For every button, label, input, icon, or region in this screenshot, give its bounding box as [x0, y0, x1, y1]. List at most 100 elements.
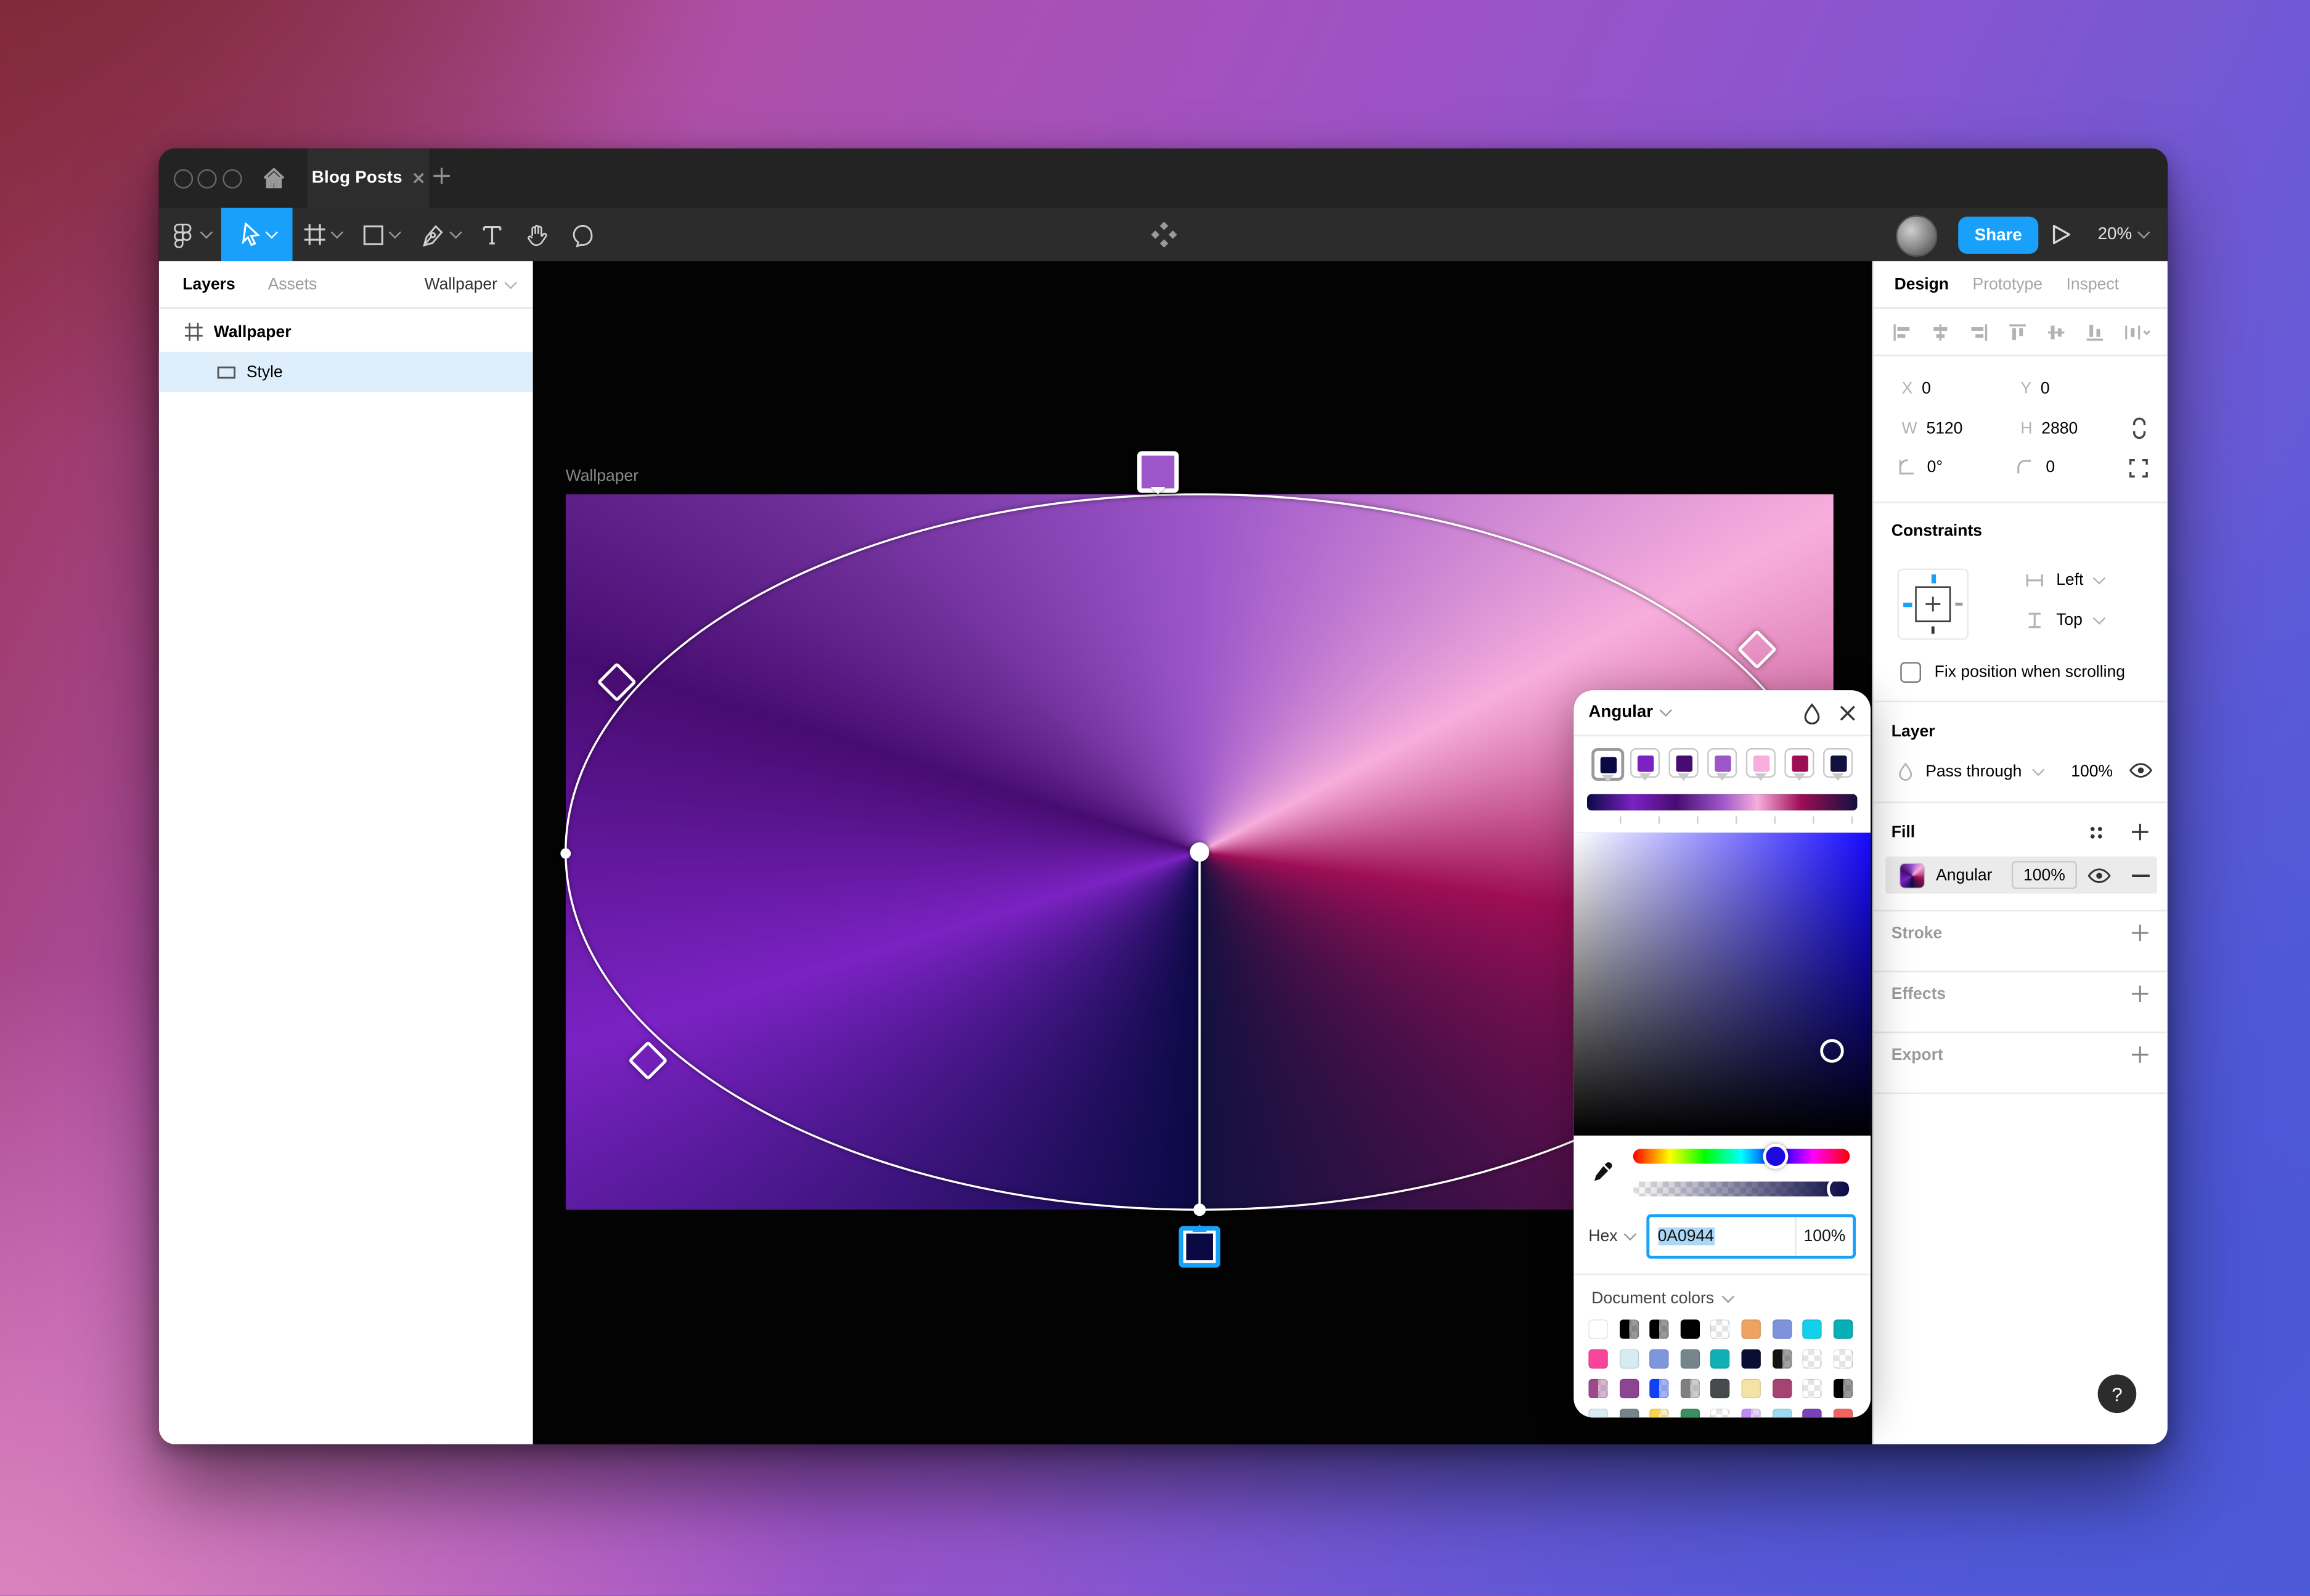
document-color-swatch[interactable]	[1680, 1319, 1699, 1338]
document-color-swatch[interactable]	[1619, 1350, 1638, 1369]
corner-radius-field[interactable]: 0	[2016, 458, 2055, 476]
pen-tool-button[interactable]	[410, 208, 471, 261]
document-color-swatch[interactable]	[1833, 1350, 1852, 1369]
remove-fill-icon[interactable]	[2132, 874, 2150, 877]
tab-design[interactable]: Design	[1895, 275, 1949, 293]
document-color-swatch[interactable]	[1650, 1409, 1669, 1417]
alpha-slider-knob[interactable]	[1827, 1181, 1850, 1196]
document-color-swatch[interactable]	[1711, 1350, 1730, 1369]
hue-slider[interactable]	[1633, 1149, 1850, 1163]
add-effect-icon[interactable]	[2131, 984, 2150, 1003]
gradient-stop-swatch[interactable]	[1591, 748, 1624, 781]
document-color-swatch[interactable]	[1680, 1350, 1699, 1369]
home-icon[interactable]	[263, 168, 285, 189]
align-left-button[interactable]	[1892, 322, 1912, 343]
document-color-swatch[interactable]	[1619, 1409, 1638, 1417]
document-color-swatch[interactable]	[1803, 1379, 1822, 1398]
document-color-swatch[interactable]	[1619, 1379, 1638, 1398]
add-stroke-icon[interactable]	[2131, 923, 2150, 942]
document-colors-header[interactable]: Document colors	[1591, 1290, 1853, 1308]
fill-type-label[interactable]: Angular	[1936, 866, 1992, 884]
height-field[interactable]: H 2880	[2020, 420, 2078, 438]
avatar[interactable]	[1896, 215, 1937, 256]
share-button[interactable]: Share	[1958, 217, 2038, 254]
gradient-start-point[interactable]	[1193, 1203, 1206, 1216]
gradient-stop-handle-top[interactable]	[1137, 451, 1178, 492]
main-menu-button[interactable]	[159, 208, 221, 261]
layer-opacity-field[interactable]: 100%	[2071, 763, 2113, 781]
eye-icon[interactable]	[2129, 762, 2153, 780]
document-color-swatch[interactable]	[1711, 1379, 1730, 1398]
color-cursor[interactable]	[1820, 1039, 1844, 1063]
document-color-swatch[interactable]	[1803, 1350, 1822, 1369]
document-color-swatch[interactable]	[1803, 1319, 1822, 1338]
constrain-proportions-icon[interactable]	[2129, 415, 2150, 441]
constraint-left-tick[interactable]	[1903, 602, 1912, 606]
color-format-selector[interactable]: Hex	[1588, 1228, 1634, 1245]
document-color-swatch[interactable]	[1650, 1319, 1669, 1338]
tab-assets[interactable]: Assets	[268, 275, 317, 293]
close-tab-icon[interactable]	[413, 172, 425, 184]
document-color-swatch[interactable]	[1741, 1350, 1760, 1369]
gradient-stop-swatch[interactable]	[1823, 748, 1853, 778]
tab-layers[interactable]: Layers	[182, 275, 235, 293]
gradient-stop-handle-selected[interactable]	[1179, 1226, 1220, 1268]
constraint-bottom-tick[interactable]	[1932, 627, 1935, 634]
width-field[interactable]: W 5120	[1902, 420, 1963, 438]
gradient-stop-swatch[interactable]	[1668, 748, 1698, 778]
close-window-button[interactable]	[174, 169, 193, 189]
gradient-stop-swatch[interactable]	[1707, 748, 1737, 778]
align-top-button[interactable]	[2007, 322, 2028, 343]
zoom-level-selector[interactable]: 20%	[2098, 208, 2149, 261]
frame-tool-button[interactable]	[293, 208, 352, 261]
fix-position-row[interactable]: Fix position when scrolling	[1900, 662, 2125, 683]
distribute-button[interactable]	[2123, 322, 2152, 343]
document-color-swatch[interactable]	[1680, 1409, 1699, 1417]
move-tool-button[interactable]	[221, 208, 293, 261]
styles-icon[interactable]	[2088, 824, 2105, 842]
add-fill-icon[interactable]	[2131, 822, 2150, 841]
document-color-swatch[interactable]	[1680, 1379, 1699, 1398]
gradient-stop-swatch[interactable]	[1630, 748, 1660, 778]
comment-tool-button[interactable]	[560, 208, 606, 261]
document-color-swatch[interactable]	[1711, 1319, 1730, 1338]
layer-row-wallpaper[interactable]: Wallpaper	[159, 312, 533, 352]
help-button[interactable]: ?	[2098, 1375, 2137, 1414]
alpha-slider[interactable]	[1633, 1181, 1850, 1196]
fill-opacity-field[interactable]: 100%	[2012, 861, 2077, 889]
opacity-input[interactable]: 100%	[1795, 1217, 1853, 1256]
fill-row[interactable]: Angular 100%	[1885, 857, 2157, 894]
document-color-swatch[interactable]	[1588, 1409, 1607, 1417]
horizontal-constraint-select[interactable]: Left	[2025, 571, 2105, 589]
file-tab[interactable]: Blog Posts	[308, 149, 430, 208]
document-color-swatch[interactable]	[1772, 1379, 1791, 1398]
document-color-swatch[interactable]	[1588, 1319, 1607, 1338]
document-color-swatch[interactable]	[1772, 1319, 1791, 1338]
document-color-swatch[interactable]	[1833, 1379, 1852, 1398]
page-selector[interactable]: Wallpaper	[425, 275, 515, 293]
add-export-icon[interactable]	[2131, 1045, 2150, 1064]
hand-tool-button[interactable]	[513, 208, 560, 261]
document-color-swatch[interactable]	[1741, 1379, 1760, 1398]
document-color-swatch[interactable]	[1772, 1409, 1791, 1417]
document-color-swatch[interactable]	[1619, 1319, 1638, 1338]
align-vertical-center-button[interactable]	[2046, 322, 2067, 343]
rotation-field[interactable]: 0°	[1897, 458, 1943, 476]
document-color-swatch[interactable]	[1588, 1350, 1607, 1369]
document-color-swatch[interactable]	[1741, 1319, 1760, 1338]
shape-tool-button[interactable]	[352, 208, 410, 261]
quick-actions-icon[interactable]	[1151, 221, 1177, 248]
document-color-swatch[interactable]	[1772, 1350, 1791, 1369]
gradient-center-handle[interactable]	[1190, 842, 1209, 861]
eye-icon[interactable]	[2088, 867, 2112, 885]
gradient-stop-swatch[interactable]	[1746, 748, 1776, 778]
constraint-right-tick[interactable]	[1955, 603, 1962, 606]
document-color-swatch[interactable]	[1650, 1350, 1669, 1369]
align-bottom-button[interactable]	[2084, 322, 2105, 343]
gradient-stop-swatch[interactable]	[1784, 748, 1814, 778]
saturation-value-field[interactable]	[1573, 833, 1871, 1135]
blend-droplet-icon[interactable]	[1802, 701, 1821, 723]
document-color-swatch[interactable]	[1833, 1319, 1852, 1338]
gradient-type-selector[interactable]: Angular	[1588, 704, 1653, 722]
eyedropper-icon[interactable]	[1588, 1158, 1618, 1187]
